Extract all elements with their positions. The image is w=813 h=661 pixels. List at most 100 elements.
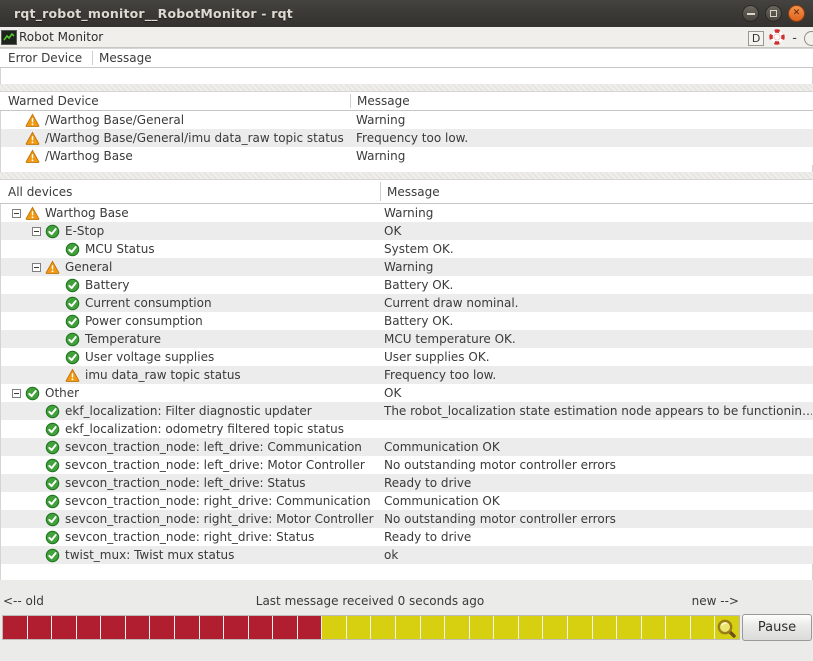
window-maximize-button[interactable] [765,5,782,22]
tree-row[interactable]: ekf_localization: odometry filtered topi… [1,420,813,438]
pause-button[interactable]: Pause [742,614,812,641]
window-minimize-button[interactable] [742,5,759,22]
warned-device-column-header[interactable]: Warned Device [8,92,99,110]
history-timeline-slider[interactable] [2,615,740,640]
warned-table-row[interactable]: /Warthog Base/GeneralWarning [1,111,813,129]
error-message-column-header[interactable]: Message [99,49,152,67]
timeline-segment-26-yellow[interactable] [617,616,641,639]
tree-device-cell: Power consumption [1,312,203,330]
all-devices-column-divider[interactable] [380,182,381,201]
tree-message-cell: Ready to drive [384,528,812,546]
timeline-segment-9-red[interactable] [200,616,224,639]
all-devices-column-header[interactable]: All devices [8,180,72,203]
plugin-panel-header: Robot Monitor D - [0,27,813,48]
tree-row[interactable]: sevcon_traction_node: left_drive: Commun… [1,438,813,456]
timeline-segment-29-yellow[interactable] [691,616,715,639]
warned-message-column-header[interactable]: Message [357,92,410,110]
tree-item-label: ekf_localization: Filter diagnostic upda… [65,404,312,418]
timeline-segment-28-yellow[interactable] [666,616,690,639]
tree-row[interactable]: Warthog BaseWarning [1,204,813,222]
expander-toggle[interactable] [12,209,21,218]
tree-row[interactable]: OtherOK [1,384,813,402]
warned-table-row[interactable]: /Warthog Base/General/imu data_raw topic… [1,129,813,147]
tree-message-cell: Ready to drive [384,474,812,492]
tree-message-cell: No outstanding motor controller errors [384,456,812,474]
tree-row[interactable]: E-StopOK [1,222,813,240]
warned-table-row[interactable]: /Warthog BaseWarning [1,147,813,165]
panel-close-button[interactable] [804,31,813,46]
timeline-segment-22-yellow[interactable] [519,616,543,639]
timeline-segment-17-yellow[interactable] [396,616,420,639]
ok-icon [45,440,60,455]
tree-row[interactable]: sevcon_traction_node: right_drive: Motor… [1,510,813,528]
timeline-segment-19-yellow[interactable] [445,616,469,639]
timeline-segment-11-red[interactable] [249,616,273,639]
rqt-window: rqt_robot_monitor__RobotMonitor - rqt ✕ … [0,0,813,661]
tree-row[interactable]: Power consumptionBattery OK. [1,312,813,330]
timeline-segment-27-yellow[interactable] [642,616,666,639]
tree-row[interactable]: TemperatureMCU temperature OK. [1,330,813,348]
ok-icon [45,494,60,509]
expander-toggle[interactable] [32,227,41,236]
panel-dock-button[interactable]: D [748,31,764,46]
timeline-footer: <-- old Last message received 0 seconds … [0,580,813,661]
timeline-segment-3-red[interactable] [52,616,76,639]
tree-row[interactable]: sevcon_traction_node: right_drive: Commu… [1,492,813,510]
timeline-segment-6-red[interactable] [126,616,150,639]
tree-row[interactable]: BatteryBattery OK. [1,276,813,294]
ok-icon [65,296,80,311]
timeline-segment-2-red[interactable] [28,616,52,639]
tree-item-label: sevcon_traction_node: right_drive: Motor… [65,512,374,526]
magnifier-icon[interactable] [714,615,738,640]
timeline-segment-10-red[interactable] [224,616,248,639]
timeline-segment-5-red[interactable] [101,616,125,639]
timeline-segment-14-yellow[interactable] [322,616,346,639]
ok-icon [45,422,60,437]
tree-row[interactable]: User voltage suppliesUser supplies OK. [1,348,813,366]
timeline-segment-16-yellow[interactable] [371,616,395,639]
splitter-handle-1[interactable] [0,84,813,91]
tree-row[interactable]: sevcon_traction_node: left_drive: Status… [1,474,813,492]
ok-icon [65,314,80,329]
timeline-segment-24-yellow[interactable] [568,616,592,639]
tree-row[interactable]: Current consumptionCurrent draw nominal. [1,294,813,312]
window-close-button[interactable]: ✕ [788,5,805,22]
panel-minimize-button[interactable]: - [790,31,799,46]
timeline-segment-18-yellow[interactable] [421,616,445,639]
timeline-segment-4-red[interactable] [77,616,101,639]
timeline-segment-13-red[interactable] [298,616,322,639]
splitter-handle-2[interactable] [0,172,813,179]
tree-row[interactable]: twist_mux: Twist mux statusok [1,546,813,564]
timeline-segment-12-red[interactable] [273,616,297,639]
tree-item-label: sevcon_traction_node: left_drive: Status [65,476,306,490]
warning-icon [45,260,60,275]
error-device-column-header[interactable]: Error Device [8,49,82,67]
tree-message-cell: Current draw nominal. [384,294,812,312]
timeline-segment-23-yellow[interactable] [543,616,567,639]
warning-icon [25,149,40,164]
timeline-segment-8-red[interactable] [175,616,199,639]
tree-row[interactable]: imu data_raw topic statusFrequency too l… [1,366,813,384]
tree-row[interactable]: GeneralWarning [1,258,813,276]
timeline-segment-1-red[interactable] [3,616,27,639]
error-table-column-divider[interactable] [92,51,93,65]
tree-device-cell: sevcon_traction_node: right_drive: Motor… [1,510,374,528]
panel-float-icon[interactable] [769,29,785,48]
tree-row[interactable]: MCU StatusSystem OK. [1,240,813,258]
timeline-segment-15-yellow[interactable] [347,616,371,639]
tree-message-cell: OK [384,384,812,402]
window-titlebar[interactable]: rqt_robot_monitor__RobotMonitor - rqt ✕ [0,0,813,27]
tree-row[interactable]: ekf_localization: Filter diagnostic upda… [1,402,813,420]
expander-toggle[interactable] [32,263,41,272]
expander-toggle[interactable] [12,389,21,398]
timeline-segment-7-red[interactable] [150,616,174,639]
tree-message-cell: System OK. [384,240,812,258]
error-table-body[interactable] [0,68,813,84]
timeline-segment-21-yellow[interactable] [494,616,518,639]
timeline-segment-20-yellow[interactable] [470,616,494,639]
all-devices-message-column-header[interactable]: Message [387,180,440,203]
tree-row[interactable]: sevcon_traction_node: left_drive: Motor … [1,456,813,474]
timeline-segment-25-yellow[interactable] [593,616,617,639]
tree-row[interactable]: sevcon_traction_node: right_drive: Statu… [1,528,813,546]
warned-table-column-divider[interactable] [350,94,351,108]
